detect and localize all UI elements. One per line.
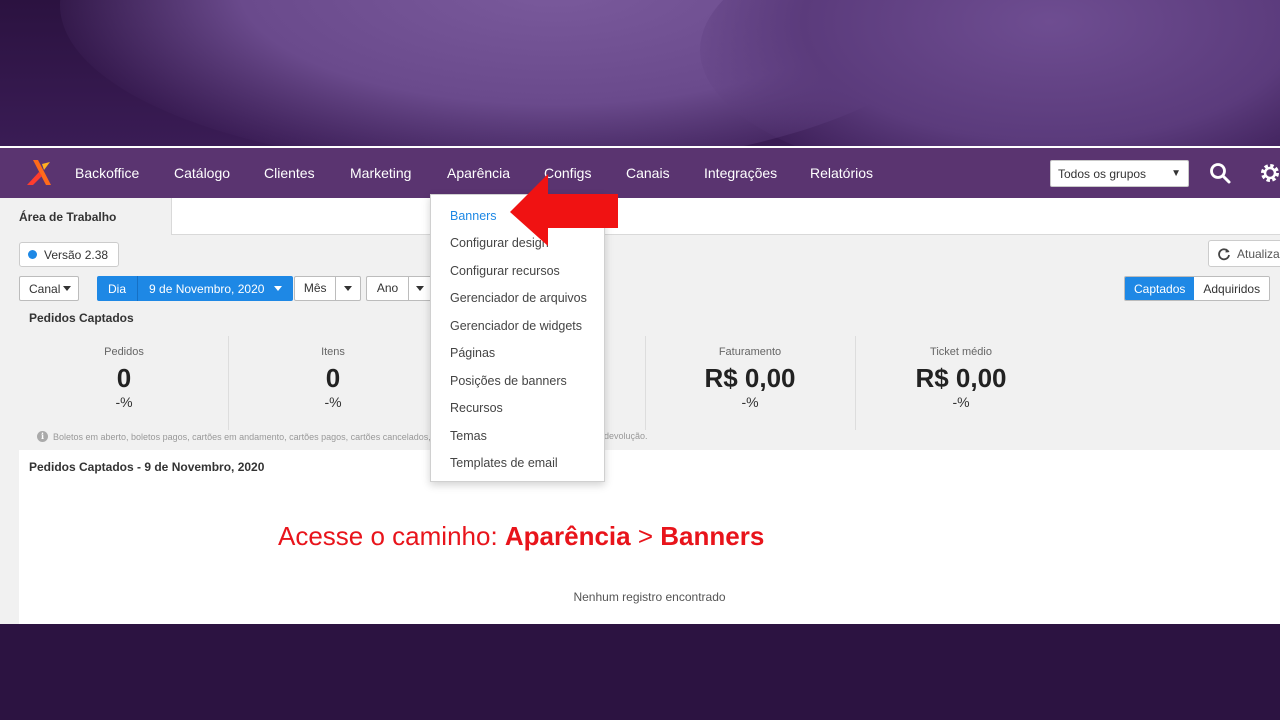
nav-clientes[interactable]: Clientes bbox=[264, 165, 315, 181]
brand-logo-icon[interactable] bbox=[24, 158, 54, 188]
menu-item-gerenciador-arquivos[interactable]: Gerenciador de arquivos bbox=[450, 291, 587, 305]
search-icon[interactable] bbox=[1208, 161, 1232, 185]
nav-relatorios[interactable]: Relatórios bbox=[810, 165, 873, 181]
metric-label: Ticket médio bbox=[930, 346, 992, 358]
refresh-icon bbox=[1218, 247, 1230, 260]
top-navbar: Backoffice Catálogo Clientes Marketing A… bbox=[0, 148, 1280, 198]
date-picker[interactable]: 9 de Novembro, 2020 bbox=[137, 276, 294, 301]
metric-label: Faturamento bbox=[718, 346, 782, 358]
orders-panel-title: Pedidos Captados - 9 de Novembro, 2020 bbox=[29, 460, 265, 474]
day-filter-group[interactable]: Dia 9 de Novembro, 2020 bbox=[97, 276, 294, 301]
menu-item-templates-email[interactable]: Templates de email bbox=[450, 456, 558, 470]
summary-title: Pedidos Captados bbox=[29, 311, 134, 325]
metric-change: -% bbox=[324, 394, 342, 410]
group-select[interactable]: Todos os grupos ▼ bbox=[1050, 160, 1189, 187]
captured-acquired-toggle[interactable]: Captados Adquiridos bbox=[1124, 276, 1271, 301]
nav-catalogo[interactable]: Catálogo bbox=[174, 165, 230, 181]
pointer-arrow-icon bbox=[510, 174, 618, 246]
nav-aparencia[interactable]: Aparência bbox=[447, 165, 510, 181]
metric-change: -% bbox=[115, 394, 133, 410]
menu-item-recursos[interactable]: Recursos bbox=[450, 401, 503, 415]
tab-area-de-trabalho[interactable]: Área de Trabalho bbox=[0, 198, 172, 235]
gear-icon[interactable] bbox=[1258, 161, 1280, 185]
menu-item-temas[interactable]: Temas bbox=[450, 429, 487, 443]
metric-value: R$ 0,00 bbox=[915, 363, 1007, 393]
metric-itens: Itens 0 -% bbox=[228, 346, 438, 410]
day-filter-button[interactable]: Dia bbox=[97, 276, 138, 301]
caret-down-icon bbox=[344, 286, 353, 291]
caption-prefix: Acesse o caminho: bbox=[278, 521, 505, 551]
background-shape bbox=[700, 0, 1280, 146]
summary-note-text: Boletos em aberto, boletos pagos, cartõe… bbox=[53, 431, 444, 442]
caret-down-icon bbox=[63, 286, 72, 291]
metric-faturamento: Faturamento R$ 0,00 -% bbox=[645, 346, 855, 410]
channel-filter-button[interactable]: Canal bbox=[19, 276, 79, 301]
screenshot-frame: Backoffice Catálogo Clientes Marketing A… bbox=[0, 146, 1280, 624]
adquiridos-option[interactable]: Adquiridos bbox=[1194, 277, 1270, 300]
tab-bar: Área de Trabalho bbox=[0, 198, 1280, 235]
metric-change: -% bbox=[952, 394, 970, 410]
year-filter-label: Ano bbox=[367, 277, 409, 300]
caption-step-banners: Banners bbox=[660, 521, 765, 551]
nav-canais[interactable]: Canais bbox=[626, 165, 670, 181]
month-filter-button[interactable]: Mês bbox=[294, 276, 361, 301]
status-dot-icon bbox=[28, 250, 37, 259]
metric-value: 0 bbox=[325, 363, 341, 393]
caret-down-icon bbox=[416, 286, 424, 291]
menu-item-gerenciador-widgets[interactable]: Gerenciador de widgets bbox=[450, 319, 582, 333]
group-select-value: Todos os grupos bbox=[1058, 167, 1147, 181]
menu-item-paginas[interactable]: Páginas bbox=[450, 346, 495, 360]
refresh-label: Atualizar bbox=[1237, 246, 1280, 261]
slide-background-top bbox=[0, 0, 1280, 146]
nav-integracoes[interactable]: Integrações bbox=[704, 165, 777, 181]
menu-item-configurar-recursos[interactable]: Configurar recursos bbox=[450, 264, 560, 278]
refresh-button[interactable]: Atualizar bbox=[1208, 240, 1280, 267]
metric-change: -% bbox=[741, 394, 759, 410]
nav-backoffice[interactable]: Backoffice bbox=[75, 165, 139, 181]
chevron-down-icon: ▼ bbox=[1171, 168, 1181, 179]
metric-label: Itens bbox=[321, 346, 345, 358]
date-value: 9 de Novembro, 2020 bbox=[149, 281, 265, 296]
metric-label: Pedidos bbox=[104, 346, 144, 358]
nav-marketing[interactable]: Marketing bbox=[350, 165, 411, 181]
instruction-caption: Acesse o caminho: Aparência > Banners bbox=[278, 521, 764, 552]
summary-note: i Boletos em aberto, boletos pagos, cart… bbox=[37, 431, 443, 442]
version-label: Versão 2.38 bbox=[44, 247, 109, 262]
year-filter-button[interactable]: Ano bbox=[366, 276, 432, 301]
metric-value: 0 bbox=[116, 363, 132, 393]
caret-down-icon bbox=[274, 286, 283, 291]
month-filter-label: Mês bbox=[295, 277, 337, 300]
empty-state-message: Nenhum registro encontrado bbox=[573, 590, 726, 604]
metric-value: R$ 0,00 bbox=[704, 363, 796, 393]
captados-option[interactable]: Captados bbox=[1125, 277, 1195, 300]
info-icon: i bbox=[37, 431, 48, 442]
channel-filter-label: Canal bbox=[29, 281, 61, 296]
metric-pedidos: Pedidos 0 -% bbox=[19, 346, 229, 410]
caption-separator: > bbox=[630, 521, 661, 551]
version-badge: Versão 2.38 bbox=[19, 242, 120, 267]
caption-step-aparencia: Aparência bbox=[504, 521, 631, 551]
menu-item-banners[interactable]: Banners bbox=[450, 209, 497, 223]
slide-background-bottom bbox=[0, 624, 1280, 720]
metric-ticket-medio: Ticket médio R$ 0,00 -% bbox=[856, 346, 1066, 410]
menu-item-posicoes-banners[interactable]: Posições de banners bbox=[450, 374, 567, 388]
